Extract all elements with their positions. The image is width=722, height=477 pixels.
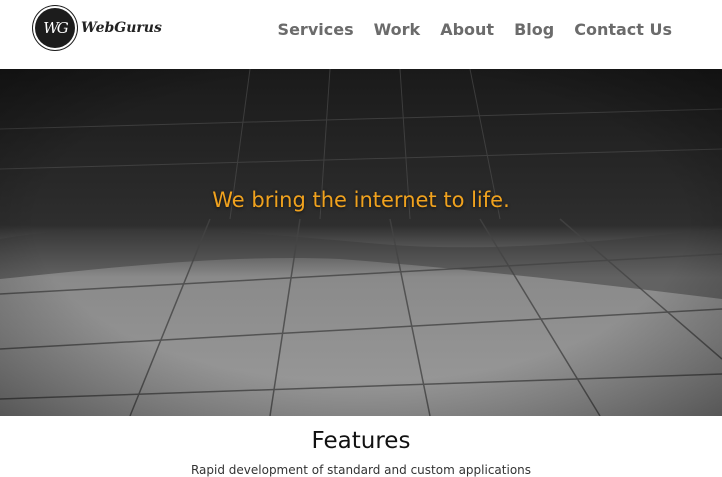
wg-monogram-logo-icon: WG <box>35 8 75 48</box>
nav-link-work[interactable]: Work <box>374 20 421 39</box>
site-logo[interactable]: WG WebGurus <box>35 8 162 48</box>
features-heading: Features <box>311 428 411 454</box>
logo-wordmark: WebGurus <box>81 20 162 36</box>
hero-headline: We bring the internet to life. <box>212 188 510 212</box>
hero-background-image <box>0 69 722 416</box>
logo-mark-text: WG <box>43 19 68 37</box>
features-subheading: Rapid development of standard and custom… <box>190 463 532 477</box>
nav-link-contact-us[interactable]: Contact Us <box>574 20 672 39</box>
nav-link-about[interactable]: About <box>440 20 494 39</box>
nav-link-services[interactable]: Services <box>278 20 354 39</box>
main-nav: Services Work About Blog Contact Us <box>258 20 672 39</box>
hero-banner: We bring the internet to life. <box>0 69 722 416</box>
nav-link-blog[interactable]: Blog <box>514 20 554 39</box>
site-header: WG WebGurus Services Work About Blog Con… <box>0 0 722 70</box>
